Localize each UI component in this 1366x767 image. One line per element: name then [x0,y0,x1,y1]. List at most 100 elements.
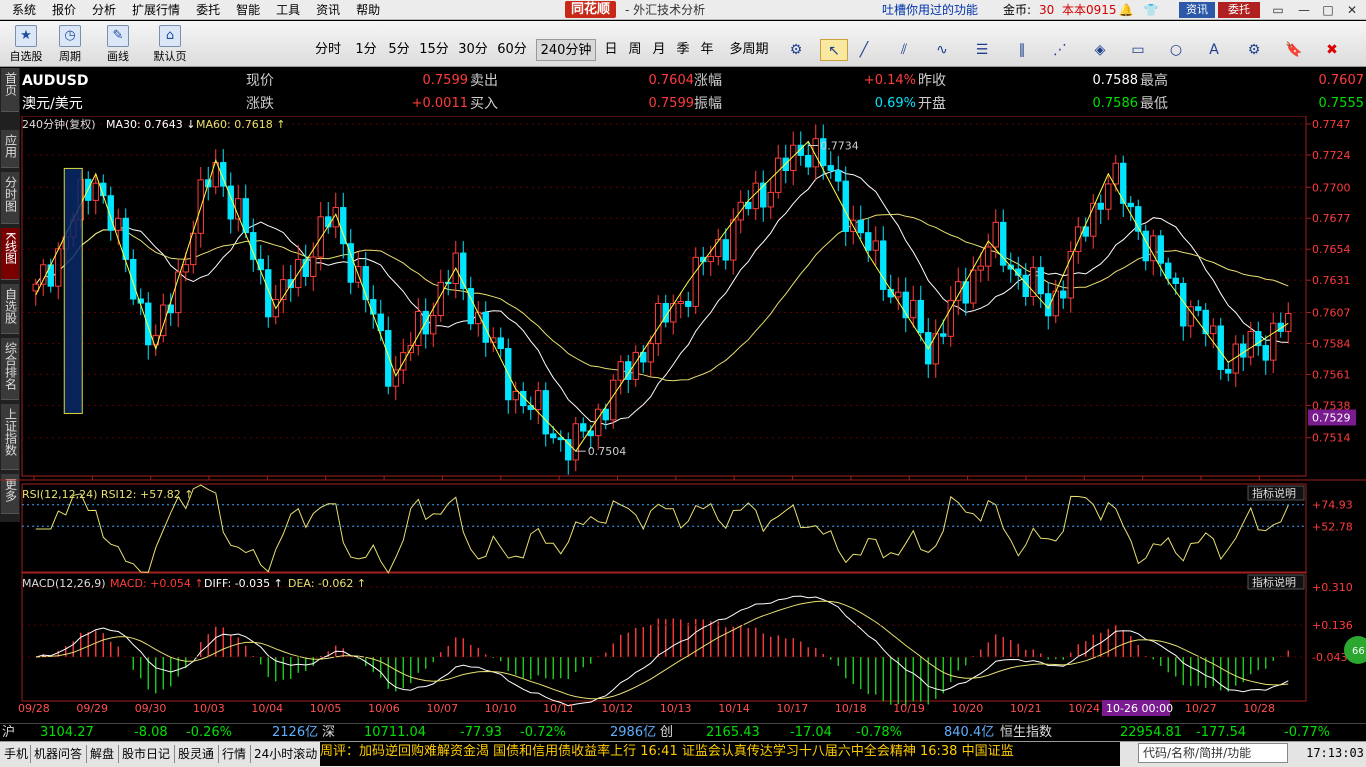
default-page-tool[interactable]: ⌂ 默认页 [150,23,190,65]
macd-tick-label: -0.043 [1312,651,1347,664]
status-market-review[interactable]: 解盘 [90,745,114,763]
x-tick-label: 10/06 [368,702,400,715]
candle [1105,183,1112,210]
restore-icon[interactable]: ▭ [1268,2,1288,18]
wave-line-icon[interactable]: ∿ [928,39,956,61]
period-tab-intraday[interactable]: 分时 [310,39,346,61]
period-tab-year[interactable]: 年 [696,39,718,61]
period-tab-60min[interactable]: 60分 [494,39,530,61]
period-tab-month[interactable]: 月 [648,39,670,61]
menu-news[interactable]: 资讯 [312,0,344,20]
menu-help[interactable]: 帮助 [352,0,384,20]
period-tab-week[interactable]: 周 [624,39,646,61]
feedback-link[interactable]: 吐槽你用过的功能 [882,0,978,20]
text-tool-icon[interactable]: A [1200,39,1228,61]
label-ask: 卖出 [470,73,498,89]
entrust-button[interactable]: 委托 [1218,2,1260,18]
status-24h-scroll[interactable]: 24小时滚动 [254,745,317,763]
sz-value: 10711.04 [364,725,427,740]
news-ticker[interactable]: 周评：加码逆回购难解资金渴 国债和信用债收益率上行 16:41 证监会认真传达学… [320,742,1120,766]
line-tool-icon[interactable]: ╱ [850,39,878,61]
value-price: 0.7599 [422,73,469,88]
candle [1037,267,1044,295]
label-bid: 买入 [470,96,498,112]
gann-fan-icon[interactable]: ⋰ [1046,39,1074,61]
macd-help-label: 指标说明 [1252,575,1296,589]
rsi-tick-lower: +52.78 [1312,520,1353,533]
channel-icon[interactable]: ◈ [1086,39,1114,61]
candle [827,165,834,171]
menu-system[interactable]: 系统 [8,0,40,20]
candle [805,154,812,168]
delete-drawing-icon[interactable]: ✖ [1318,39,1346,61]
menu-analysis[interactable]: 分析 [88,0,120,20]
sz-label[interactable]: 深 [322,724,335,742]
main-legend-title: 240分钟(复权) [22,117,96,131]
clock-icon: ◷ [59,25,81,47]
cursor-icon[interactable]: ↖ [820,39,848,61]
kline-chart[interactable]: 0.7747 0.7724 0.7700 0.7677 0.7654 0.7631 0.76… [0,116,1366,723]
candle [370,299,377,315]
period-tab-240min[interactable]: 240分钟 [536,39,596,61]
bell-icon[interactable]: 🔔 [1118,2,1134,18]
settings-gear-icon[interactable]: ⚙ [782,39,810,61]
shirt-icon[interactable]: 👕 [1143,2,1159,18]
menu-quote[interactable]: 报价 [48,0,80,20]
sh-label[interactable]: 沪 [2,724,15,742]
period-tab-day[interactable]: 日 [600,39,622,61]
period-tab-multi[interactable]: 多周期 [724,39,774,61]
menu-extended-market[interactable]: 扩展行情 [128,0,184,20]
ma60-legend: MA60: 0.7618 ↑ [196,118,285,131]
vertical-lines-icon[interactable]: ∥ [1008,39,1036,61]
sz-pct: -0.72% [520,725,566,740]
candle [122,217,129,260]
status-market[interactable]: 行情 [222,745,246,763]
bookmark-icon[interactable]: 🔖 [1280,39,1308,61]
candle [835,169,842,182]
value-prev-close: 0.7588 [1092,73,1139,88]
maximize-icon[interactable]: □ [1318,2,1338,18]
status-stock-diary[interactable]: 股市日记 [122,745,170,763]
ellipse-tool-icon[interactable]: ○ [1162,39,1190,61]
draw-settings-icon[interactable]: ⚙ [1240,39,1268,61]
status-robot-qa[interactable]: 机器问答 [34,745,82,763]
x-tick-label: 10/12 [601,702,633,715]
menu-tools[interactable]: 工具 [272,0,304,20]
parallel-line-icon[interactable]: ⫽ [890,39,918,61]
value-change-pct: +0.14% [863,73,916,88]
side-tab-home[interactable]: 首页 [1,68,19,112]
menu-smart[interactable]: 智能 [232,0,264,20]
code-search-input[interactable]: 代码/名称/简拼/功能 [1138,743,1288,763]
watchlist-tool[interactable]: ★ 自选股 [6,23,46,65]
period-tab-5min[interactable]: 5分 [383,39,415,61]
star-icon: ★ [15,25,37,47]
status-stock-link[interactable]: 股灵通 [178,745,214,763]
fib-lines-icon[interactable]: ☰ [968,39,996,61]
minimize-icon[interactable]: — [1294,2,1314,18]
candle [730,219,737,261]
rectangle-tool-icon[interactable]: ▭ [1124,39,1152,61]
version-label[interactable]: 本本0915 [1062,0,1117,20]
macd-legend-dea: DEA: -0.062 ↑ [288,577,366,590]
period-tool[interactable]: ◷ 周期 [50,23,90,65]
hk-label[interactable]: 恒生指数 [1000,724,1052,742]
news-button[interactable]: 资讯 [1179,2,1215,18]
draw-line-tool[interactable]: ✎ 画线 [98,23,138,65]
x-tick-label: 10/05 [310,702,342,715]
candle [430,315,437,335]
status-mobile[interactable]: 手机 [4,745,28,763]
candle [1285,312,1292,332]
period-tab-1min[interactable]: 1分 [350,39,382,61]
candle [722,239,729,261]
candle [1060,290,1067,299]
status-circle-label: 66 [1352,646,1365,657]
period-tab-season[interactable]: 季 [672,39,694,61]
rsi-panel-frame [21,483,1307,573]
period-tab-15min[interactable]: 15分 [416,39,452,61]
menu-entrust[interactable]: 委托 [192,0,224,20]
period-tab-30min[interactable]: 30分 [455,39,491,61]
trough-label: 0.7504 [588,445,627,458]
candle [760,182,767,208]
cy-label[interactable]: 创 [660,724,673,742]
close-icon[interactable]: ✕ [1342,2,1362,18]
